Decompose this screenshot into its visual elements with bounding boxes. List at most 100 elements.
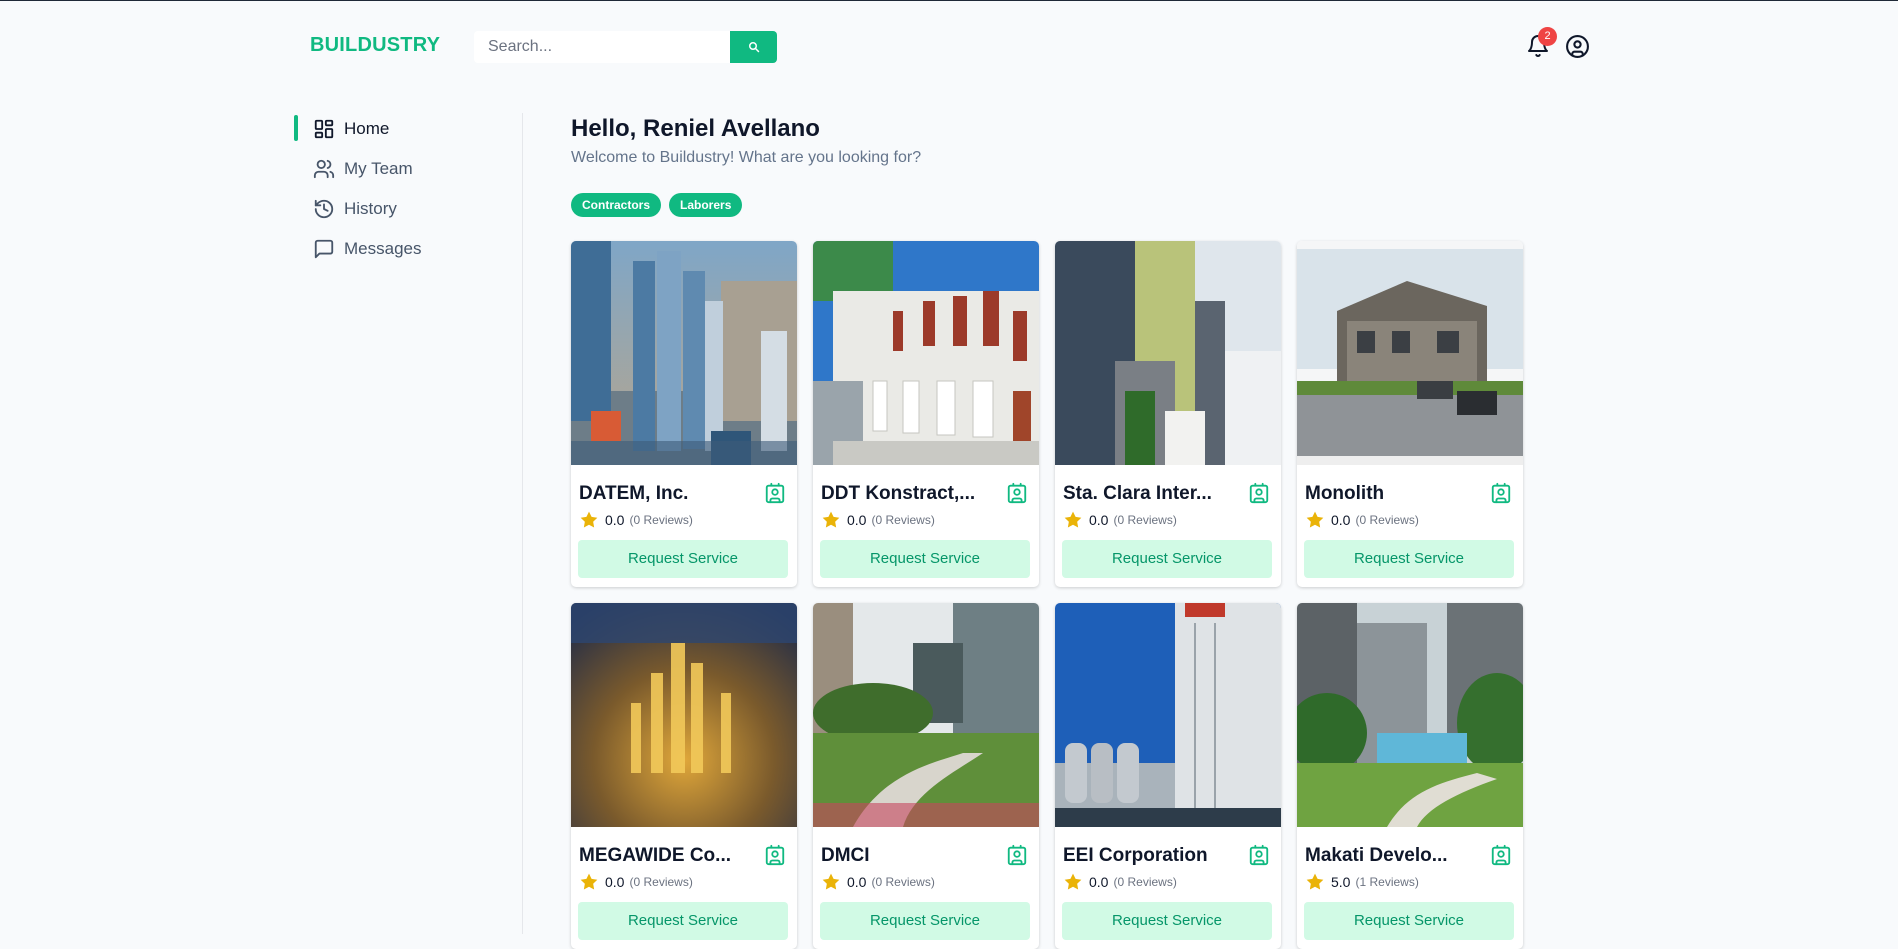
search-input[interactable]: [474, 31, 730, 63]
contractor-grid: DATEM, Inc. 0.0 (0 Reviews) Request Serv…: [571, 241, 1523, 949]
rating-row: 0.0 (0 Reviews): [821, 510, 935, 530]
contractor-name[interactable]: DDT Konstract,...: [821, 483, 991, 505]
rating-row: 0.0 (0 Reviews): [821, 872, 935, 892]
contact-card-icon[interactable]: [1006, 482, 1028, 504]
contractor-photo: [1055, 603, 1281, 827]
sidebar-item-label: History: [344, 199, 397, 218]
request-service-button[interactable]: Request Service: [820, 902, 1030, 940]
message-icon: [312, 238, 335, 261]
rating-row: 0.0 (0 Reviews): [1305, 510, 1419, 530]
sidebar-item-history[interactable]: History: [294, 189, 494, 229]
contractor-photo: [813, 241, 1039, 465]
contractor-name[interactable]: Sta. Clara Inter...: [1063, 483, 1233, 505]
request-service-button[interactable]: Request Service: [1062, 902, 1272, 940]
rating-score: 5.0: [1331, 874, 1351, 890]
contractor-photo: [571, 241, 797, 465]
star-icon: [822, 873, 840, 890]
review-count: (1 Reviews): [1355, 875, 1419, 889]
star-icon: [580, 873, 598, 890]
review-count: (0 Reviews): [871, 875, 935, 889]
search-bar: [474, 31, 777, 63]
rating-row: 0.0 (0 Reviews): [1063, 872, 1177, 892]
review-count: (0 Reviews): [1113, 513, 1177, 527]
contractor-photo: [1297, 603, 1523, 827]
sidebar-divider: [522, 113, 523, 934]
rating-score: 0.0: [847, 512, 867, 528]
filter-chip-contractors[interactable]: Contractors: [571, 193, 662, 217]
contact-card-icon[interactable]: [1490, 844, 1512, 866]
rating-score: 0.0: [847, 874, 867, 890]
contractor-name[interactable]: Makati Develo...: [1305, 845, 1475, 867]
contact-card-icon[interactable]: [1248, 844, 1270, 866]
request-service-button[interactable]: Request Service: [1304, 540, 1514, 578]
star-icon: [1064, 511, 1082, 528]
request-service-button[interactable]: Request Service: [578, 902, 788, 940]
contractor-card[interactable]: Sta. Clara Inter... 0.0 (0 Reviews) Requ…: [1055, 241, 1281, 587]
users-icon: [312, 158, 335, 181]
contractor-name[interactable]: Monolith: [1305, 483, 1475, 505]
rating-score: 0.0: [1331, 512, 1351, 528]
review-count: (0 Reviews): [871, 513, 935, 527]
star-icon: [580, 511, 598, 528]
contractor-name[interactable]: EEI Corporation: [1063, 845, 1233, 867]
rating-score: 0.0: [605, 512, 625, 528]
sidebar-nav: Home My Team History Messages: [294, 109, 494, 269]
contractor-card[interactable]: Makati Develo... 5.0 (1 Reviews) Request…: [1297, 603, 1523, 949]
review-count: (0 Reviews): [1355, 513, 1419, 527]
brand-logo[interactable]: BUILDUSTRY: [310, 34, 440, 57]
category-filters: Contractors Laborers: [571, 193, 743, 217]
request-service-button[interactable]: Request Service: [578, 540, 788, 578]
review-count: (0 Reviews): [1113, 875, 1177, 889]
dashboard-icon: [312, 118, 335, 141]
contractor-card[interactable]: EEI Corporation 0.0 (0 Reviews) Request …: [1055, 603, 1281, 949]
search-button[interactable]: [730, 31, 777, 63]
sidebar-item-messages[interactable]: Messages: [294, 229, 494, 269]
page-subtitle: Welcome to Buildustry! What are you look…: [571, 149, 922, 166]
page-title: Hello, Reniel Avellano: [571, 115, 820, 142]
contractor-card[interactable]: DDT Konstract,... 0.0 (0 Reviews) Reques…: [813, 241, 1039, 587]
filter-chip-laborers[interactable]: Laborers: [669, 193, 743, 217]
rating-score: 0.0: [1089, 874, 1109, 890]
contact-card-icon[interactable]: [1006, 844, 1028, 866]
sidebar-item-label: Messages: [344, 239, 422, 258]
contractor-photo: [1055, 241, 1281, 465]
contact-card-icon[interactable]: [764, 844, 786, 866]
account-icon[interactable]: [1565, 34, 1590, 59]
request-service-button[interactable]: Request Service: [1062, 540, 1272, 578]
rating-score: 0.0: [1089, 512, 1109, 528]
contractor-photo: [1297, 241, 1523, 465]
star-icon: [1064, 873, 1082, 890]
rating-score: 0.0: [605, 874, 625, 890]
rating-row: 0.0 (0 Reviews): [579, 510, 693, 530]
review-count: (0 Reviews): [629, 875, 693, 889]
request-service-button[interactable]: Request Service: [1304, 902, 1514, 940]
history-icon: [312, 198, 335, 221]
request-service-button[interactable]: Request Service: [820, 540, 1030, 578]
contact-card-icon[interactable]: [1490, 482, 1512, 504]
star-icon: [1306, 511, 1324, 528]
contact-card-icon[interactable]: [1248, 482, 1270, 504]
sidebar-item-label: My Team: [344, 159, 413, 178]
review-count: (0 Reviews): [629, 513, 693, 527]
sidebar-item-home[interactable]: Home: [294, 109, 494, 149]
search-icon: [748, 42, 759, 53]
star-icon: [1306, 873, 1324, 890]
rating-row: 0.0 (0 Reviews): [579, 872, 693, 892]
contractor-name[interactable]: DMCI: [821, 845, 991, 867]
contractor-name[interactable]: DATEM, Inc.: [579, 483, 749, 505]
contractor-name[interactable]: MEGAWIDE Co...: [579, 845, 749, 867]
contractor-photo: [813, 603, 1039, 827]
contractor-card[interactable]: DATEM, Inc. 0.0 (0 Reviews) Request Serv…: [571, 241, 797, 587]
rating-row: 5.0 (1 Reviews): [1305, 872, 1419, 892]
contact-card-icon[interactable]: [764, 482, 786, 504]
sidebar-item-my-team[interactable]: My Team: [294, 149, 494, 189]
star-icon: [822, 511, 840, 528]
top-header: BUILDUSTRY 2: [0, 1, 1898, 91]
notification-badge: 2: [1538, 27, 1557, 46]
contractor-card[interactable]: DMCI 0.0 (0 Reviews) Request Service: [813, 603, 1039, 949]
sidebar-item-label: Home: [344, 119, 390, 138]
contractor-card[interactable]: MEGAWIDE Co... 0.0 (0 Reviews) Request S…: [571, 603, 797, 949]
contractor-photo: [571, 603, 797, 827]
contractor-card[interactable]: Monolith 0.0 (0 Reviews) Request Service: [1297, 241, 1523, 587]
rating-row: 0.0 (0 Reviews): [1063, 510, 1177, 530]
